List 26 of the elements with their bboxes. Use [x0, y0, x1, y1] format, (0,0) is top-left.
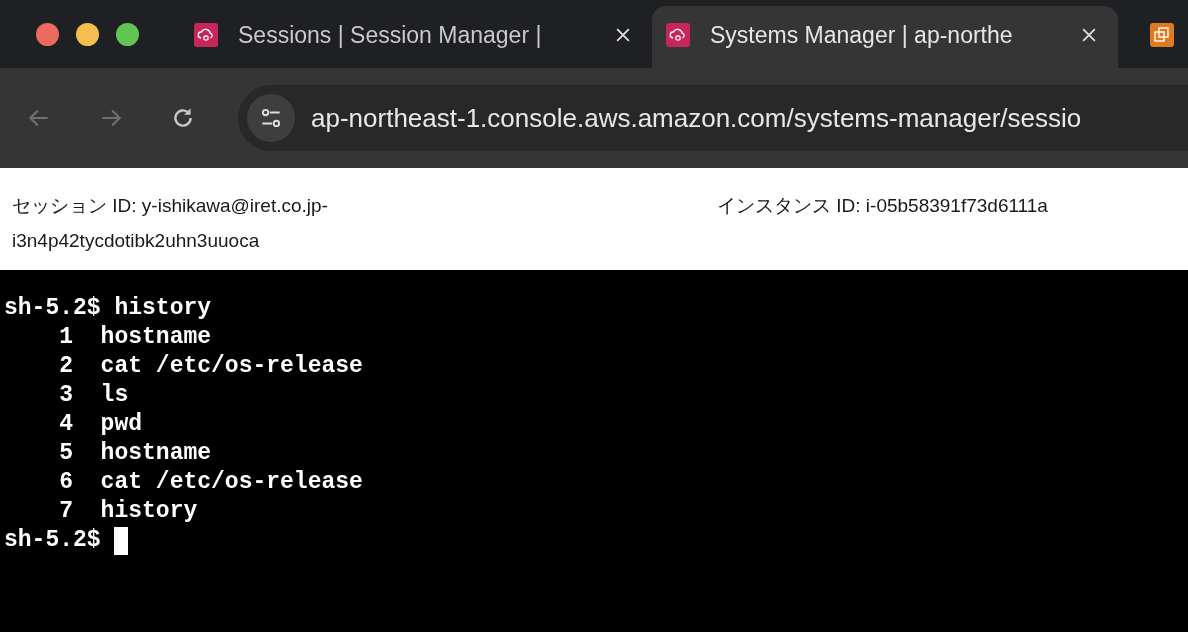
terminal-line: 7 history: [58, 497, 199, 526]
address-bar[interactable]: ap-northeast-1.console.aws.amazon.com/systems-manager/sessio: [238, 85, 1188, 151]
tab-title: Systems Manager | ap-northe: [710, 21, 1014, 49]
close-icon[interactable]: [616, 28, 630, 42]
minimize-window-button[interactable]: [76, 23, 99, 46]
tab-title: Sessions | Session Manager |: [238, 21, 543, 49]
terminal-line: 5 hostname: [58, 439, 213, 468]
zoom-window-button[interactable]: [116, 23, 139, 46]
site-settings-button[interactable]: [247, 94, 295, 142]
close-window-button[interactable]: [36, 23, 59, 46]
browser-tab[interactable]: Sessions | Session Manager |: [190, 6, 652, 68]
terminal-line: 6 cat /etc/os-release: [58, 468, 364, 497]
url-text: ap-northeast-1.console.aws.amazon.com/systems-manager/sessio: [311, 102, 1082, 134]
info-text: インスタンス ID: i-05b58391f73d6111a: [717, 194, 1048, 218]
cloud-gear-icon: [194, 23, 218, 47]
terminal-line: 3 ls: [58, 381, 130, 410]
cloud-gear-icon: [666, 23, 690, 47]
browser-tab[interactable]: Systems Manager | ap-northe: [652, 6, 1118, 68]
terminal-line: sh-5.2$ history: [4, 294, 213, 323]
terminal-line: 4 pwd: [58, 410, 144, 439]
layers-icon: [1150, 23, 1174, 47]
close-icon[interactable]: [1082, 28, 1096, 42]
terminal-prompt: sh-5.2$: [4, 526, 102, 555]
info-text: セッション ID: y-ishikawa@iret.co.jp-i3n4p42tycdotibk2uhn3uuoca: [12, 194, 329, 253]
terminal-line: 1 hostname: [58, 323, 213, 352]
terminal-line: 2 cat /etc/os-release: [58, 352, 364, 381]
